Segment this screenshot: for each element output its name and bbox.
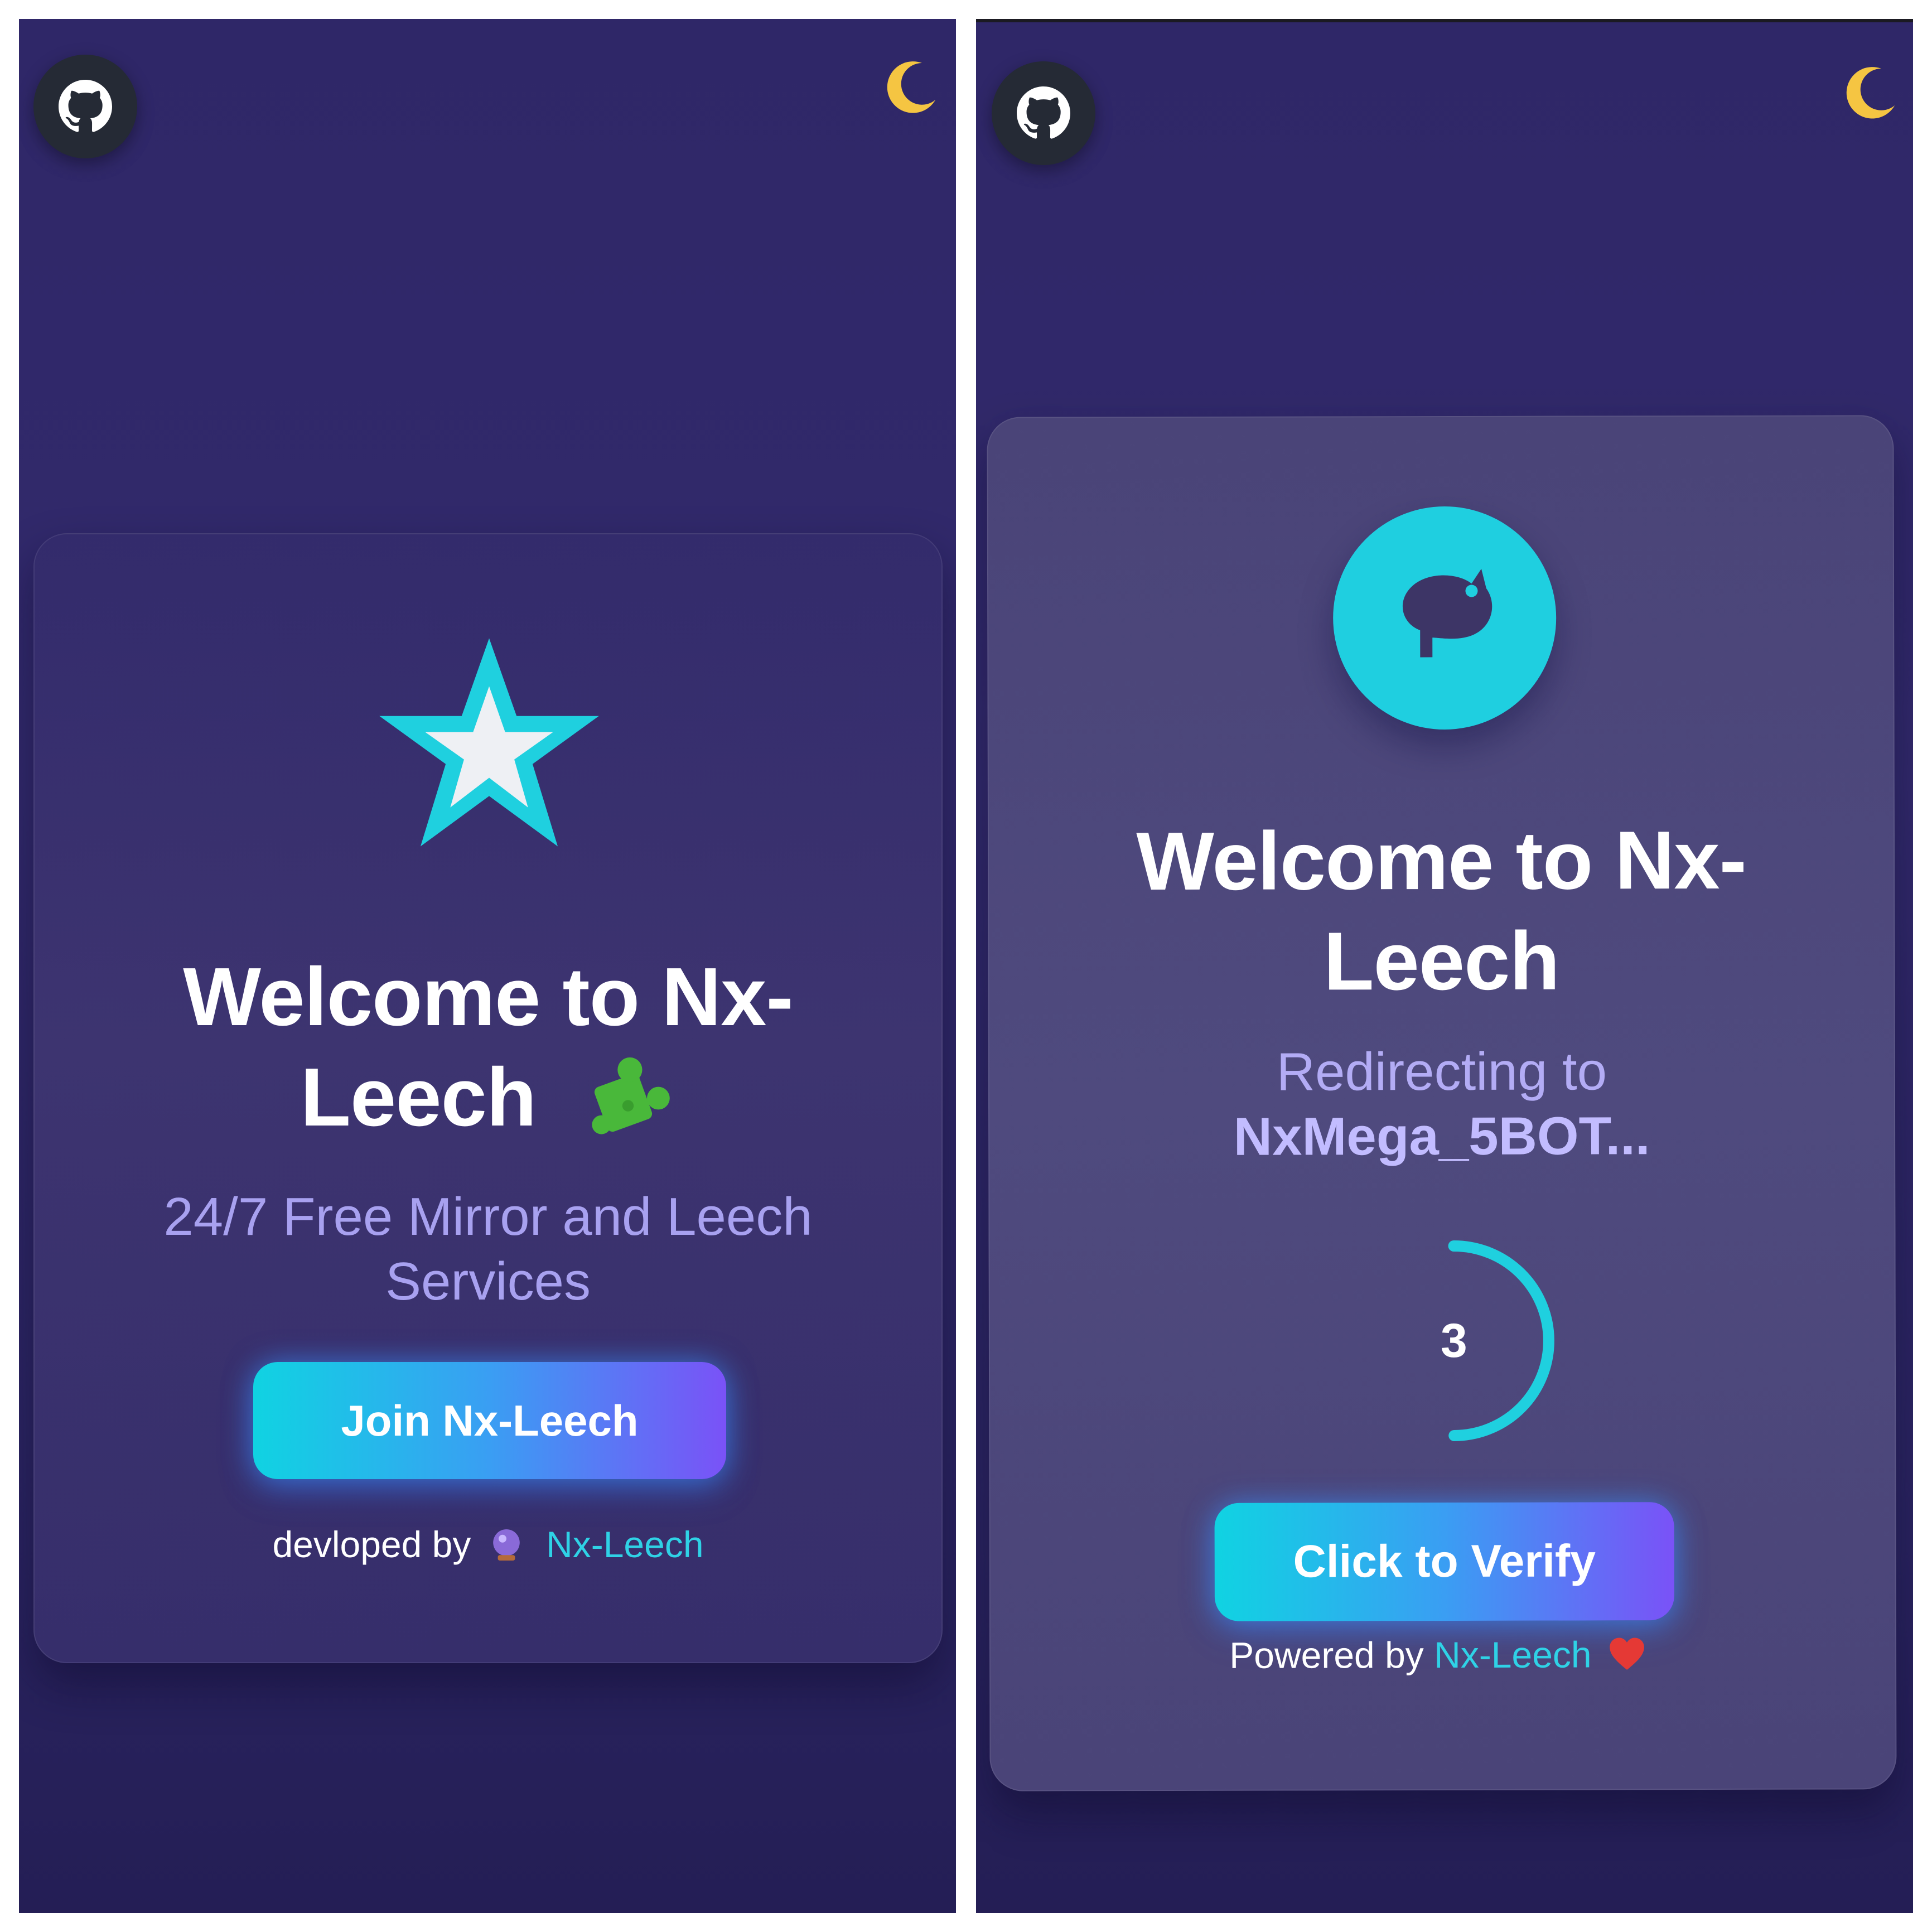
github-button[interactable] [992,61,1095,165]
crystal-ball-icon [492,1529,520,1561]
footer-credit: devloped by Nx-Leech [35,1519,941,1569]
welcome-screen-left: Welcome to Nx- Leech 24/7 Free Mirror an… [19,19,956,1913]
title-line-2: Leech [1323,915,1560,1008]
moon-icon[interactable] [1838,62,1900,124]
github-icon [1017,86,1070,139]
redirect-message: Redirecting to NxMega_5BOT... [989,1039,1894,1170]
welcome-card: Welcome to Nx- Leech 24/7 Free Mirror an… [33,533,943,1663]
star-icon [379,638,599,847]
puzzle-piece-icon [592,1057,670,1134]
redirect-card: Welcome to Nx- Leech Redirecting to NxMe… [987,415,1897,1791]
footer-prefix: Powered by [1229,1634,1424,1676]
subtitle: 24/7 Free Mirror and Leech Services [163,1187,813,1311]
join-button[interactable]: Join Nx-Leech [253,1362,726,1479]
bot-logo-icon [1402,568,1493,658]
page-title: Welcome to Nx- Leech [989,810,1894,1012]
heart-icon [1610,1638,1644,1670]
redirect-screen-right: Welcome to Nx- Leech Redirecting to NxMe… [976,19,1913,1913]
github-button[interactable] [33,55,137,158]
countdown-timer: 3 [1347,1235,1560,1447]
verify-button[interactable]: Click to Verify [1214,1502,1674,1621]
title-line-2: Leech [300,1051,537,1143]
redirect-target: NxMega_5BOT... [1233,1106,1650,1167]
redirect-label: Redirecting to [1276,1041,1607,1102]
moon-icon[interactable] [879,57,940,118]
footer-prefix: devloped by [272,1524,471,1565]
title-line-1: Welcome to Nx- [1136,814,1746,908]
title-line-1: Welcome to Nx- [183,951,793,1043]
github-icon [59,80,112,132]
countdown-value: 3 [1440,1313,1467,1368]
page-title: Welcome to Nx- Leech [35,947,941,1148]
bot-logo [1332,506,1557,730]
footer-link[interactable]: Nx-Leech [1434,1634,1592,1675]
footer-credit: Powered by Nx-Leech [991,1629,1895,1680]
footer-link[interactable]: Nx-Leech [546,1524,703,1565]
